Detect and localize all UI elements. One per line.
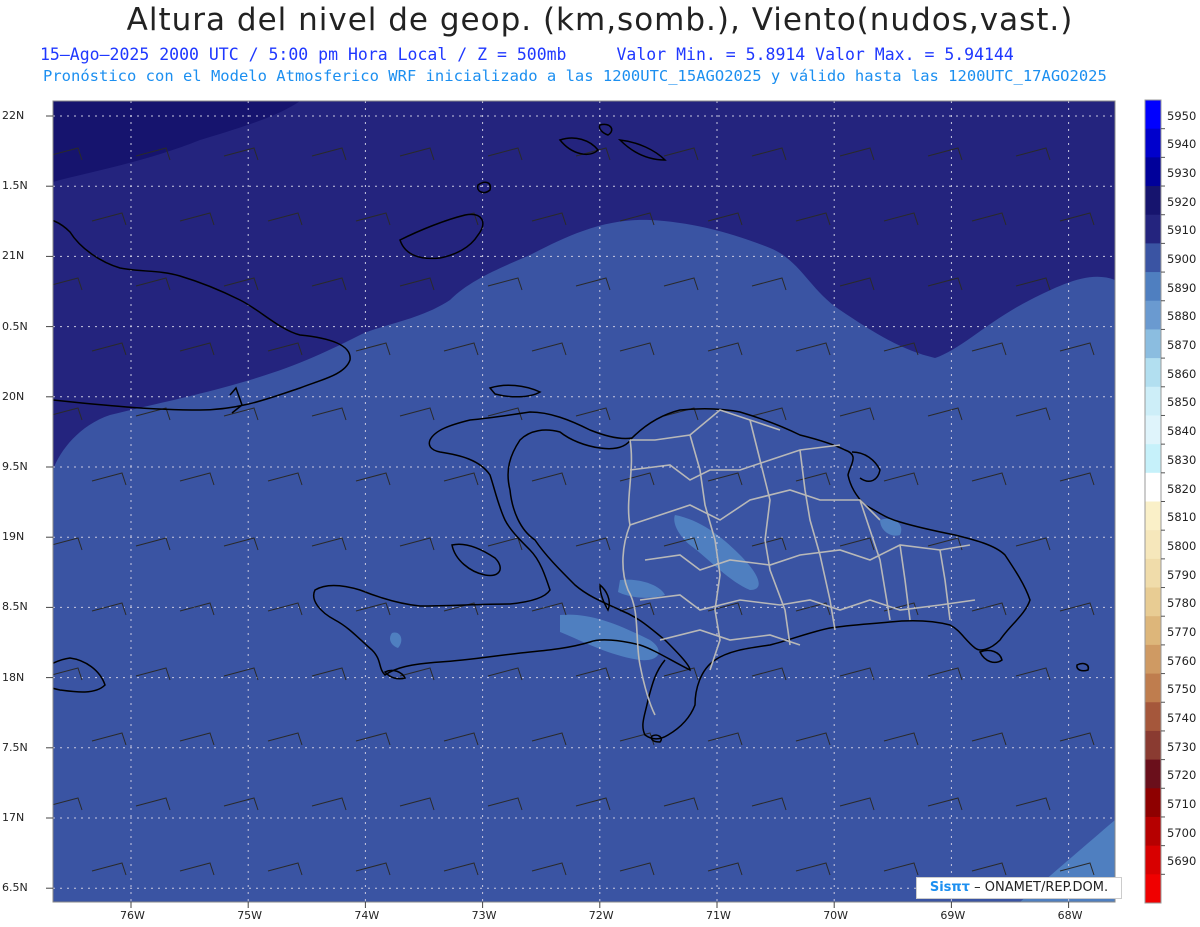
colorbar-swatch [1145,759,1161,789]
credit-box: Sisπτ – ONAMET/REP.DOM. [916,877,1122,899]
colorbar-label: 5710 [1167,796,1197,811]
colorbar-swatch [1145,358,1161,388]
colorbar-swatch [1145,157,1161,187]
model-info: Pronóstico con el Modelo Atmosferico WRF… [43,67,1107,85]
colorbar-label: 5940 [1167,137,1197,152]
colorbar-swatch [1145,816,1161,847]
lon-label: 70W [823,909,849,922]
colorbar-label: 5840 [1167,424,1197,439]
colorbar-swatch [1145,558,1161,589]
colorbar-label: 5930 [1167,166,1197,181]
lon-label: 72W [588,909,614,922]
colorbar-label: 5780 [1167,596,1197,611]
lon-label: 73W [471,909,497,922]
forecast-map [33,99,1165,908]
lat-label: 21N [2,249,25,263]
colorbar-label: 5810 [1167,510,1197,525]
colorbar-swatch [1145,472,1161,502]
colorbar-label: 5910 [1167,223,1197,238]
lat-label: 6.5N [2,881,28,895]
colorbar-label: 5800 [1167,538,1197,553]
colorbar-label: 5740 [1167,710,1197,725]
subtitle: 15–Ago–2025 2000 UTC / 5:00 pm Hora Loca… [40,45,1014,64]
colorbar-label: 5770 [1167,624,1197,639]
colorbar-label: 5730 [1167,739,1197,754]
colorbar-swatch [1145,214,1161,244]
lat-label: 19N [2,530,25,544]
colorbar-label: 5880 [1167,309,1197,324]
colorbar-label: 5950 [1167,108,1197,123]
jamaica-coast-detail [33,635,50,658]
lat-label: 7.5N [2,740,28,754]
colorbar-label: 5900 [1167,252,1197,267]
colorbar-swatch [1145,415,1161,445]
colorbar-swatch [1145,329,1161,359]
colorbar-label: 5860 [1167,366,1197,381]
colorbar-swatch [1145,788,1161,818]
lat-label: 17N [2,811,25,824]
colorbar-swatch [1145,644,1161,675]
lon-label: 68W [1057,909,1083,922]
credit-text: – ONAMET/REP.DOM. [969,880,1109,895]
lat-label: 0.5N [2,319,28,333]
colorbar-label: 5830 [1167,452,1197,467]
lat-label: 9.5N [2,460,28,473]
colorbar-label: 5700 [1167,825,1197,840]
lon-label: 76W [120,909,145,922]
colorbar-swatch [1145,272,1161,302]
lat-label: 20N [2,389,25,403]
colorbar-swatch [1145,616,1161,646]
colorbar-swatch [1145,702,1161,732]
colorbar-swatch [1145,444,1161,474]
colorbar [1144,99,1165,904]
colorbar-swatch [1145,386,1161,416]
colorbar-swatch [1145,243,1161,273]
colorbar-swatch [1145,186,1161,216]
lat-label: 22N [2,109,25,122]
lat-label: 1.5N [2,179,28,193]
colorbar-swatch [1145,100,1161,130]
chart-title: Altura del nivel de geop. (km,somb.), Vi… [126,2,1074,38]
sispi-logo: Sisπτ [929,880,970,895]
colorbar-label: 5850 [1167,395,1197,410]
colorbar-label: 5760 [1167,653,1197,668]
lon-label: 69W [940,909,966,922]
colorbar-swatch [1145,128,1161,158]
lon-label: 71W [706,909,731,922]
colorbar-label: 5750 [1167,682,1197,697]
colorbar-swatch [1145,501,1161,531]
colorbar-swatch [1145,587,1161,617]
colorbar-swatch [1145,845,1161,875]
lon-label: 75W [237,909,263,922]
lat-label: 8.5N [2,600,28,614]
colorbar-label: 5920 [1167,194,1197,209]
colorbar-label: 5690 [1167,854,1197,869]
colorbar-swatch [1145,673,1161,703]
colorbar-swatch [1145,730,1161,761]
lon-label: 74W [354,909,380,922]
forecast-time: 15–Ago–2025 2000 UTC / 5:00 pm Hora Loca… [40,45,567,64]
lat-label: 18N [2,670,25,684]
colorbar-swatch [1145,874,1161,904]
colorbar-label: 5790 [1167,567,1197,582]
colorbar-swatch [1145,530,1161,560]
colorbar-label: 5870 [1167,338,1197,353]
colorbar-label: 5890 [1167,280,1197,295]
colorbar-label: 5820 [1167,481,1197,496]
min-max-values: Valor Min. = 5.8914 Valor Max. = 5.94144 [616,45,1014,64]
colorbar-label: 5720 [1167,768,1197,783]
colorbar-swatch [1145,300,1161,330]
